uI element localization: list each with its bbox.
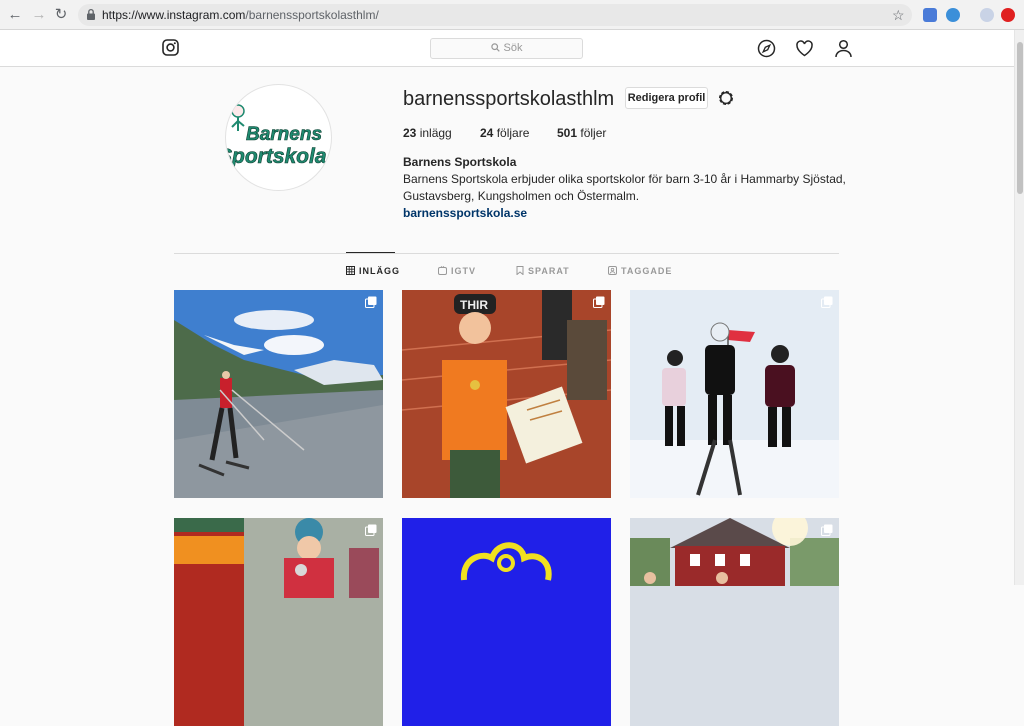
tab-tagged[interactable]: TAGGADE bbox=[608, 266, 672, 276]
posts-stat: 23 inlägg bbox=[403, 126, 452, 140]
tag-icon bbox=[608, 266, 617, 275]
adblock-extension-icon[interactable] bbox=[1001, 8, 1015, 22]
post-thumbnail[interactable] bbox=[630, 290, 839, 498]
post-image-track-children bbox=[174, 518, 383, 726]
avatar-logo: Barnens Sportskola bbox=[226, 104, 327, 168]
url-text: https://www.instagram.com/barnenssportsk… bbox=[102, 8, 379, 22]
carousel-icon bbox=[821, 524, 833, 536]
followers-stat[interactable]: 24 följare bbox=[480, 126, 529, 140]
ig-header: Sök bbox=[0, 30, 1014, 67]
tab-posts[interactable]: INLÄGG bbox=[346, 266, 400, 276]
tab-igtv[interactable]: IGTV bbox=[438, 265, 476, 276]
instagram-icon[interactable] bbox=[162, 39, 179, 56]
address-bar[interactable]: https://www.instagram.com/barnenssportsk… bbox=[78, 4, 912, 26]
post-thumbnail[interactable] bbox=[402, 518, 611, 726]
back-arrow-icon[interactable]: ← bbox=[6, 6, 24, 24]
post-thumbnail[interactable] bbox=[174, 518, 383, 726]
following-stat[interactable]: 501 följer bbox=[557, 126, 606, 140]
tab-saved[interactable]: SPARAT bbox=[516, 266, 570, 276]
scroll-thumb[interactable] bbox=[1017, 42, 1023, 194]
compass-icon[interactable] bbox=[757, 39, 776, 58]
reload-icon[interactable]: ↻ bbox=[52, 6, 70, 24]
camera-extension-icon[interactable] bbox=[923, 8, 937, 22]
post-image-ski-snow bbox=[630, 290, 839, 498]
post-thumbnail[interactable]: THIR bbox=[402, 290, 611, 498]
post-image-red-house bbox=[630, 518, 839, 726]
extension-icon[interactable] bbox=[946, 8, 960, 22]
profile-website-link[interactable]: barnenssportskola.se bbox=[403, 206, 527, 220]
carousel-icon bbox=[593, 296, 605, 308]
settings-gear-icon[interactable] bbox=[716, 88, 736, 108]
profile-icon[interactable] bbox=[834, 39, 853, 58]
carousel-icon bbox=[365, 524, 377, 536]
post-image-child-medal: THIR bbox=[402, 290, 611, 498]
active-tab-indicator bbox=[346, 252, 395, 253]
profile-bio: Barnens Sportskola erbjuder olika sports… bbox=[403, 172, 846, 203]
svg-text:Sportskola: Sportskola bbox=[226, 145, 327, 168]
carousel-icon bbox=[365, 296, 377, 308]
browser-toolbar: ← → ↻ https://www.instagram.com/barnenss… bbox=[0, 0, 1024, 30]
page-scrollbar[interactable] bbox=[1014, 30, 1024, 585]
search-icon bbox=[490, 43, 500, 52]
profile-username: barnenssportskolasthlm bbox=[403, 88, 615, 110]
edit-profile-button[interactable]: Redigera profil bbox=[625, 87, 708, 109]
lock-icon bbox=[87, 8, 95, 20]
post-image-blue-logo bbox=[402, 518, 611, 726]
profile-full-name: Barnens Sportskola bbox=[403, 155, 517, 169]
post-thumbnail[interactable] bbox=[174, 290, 383, 498]
bookmark-icon bbox=[516, 266, 524, 276]
search-placeholder: Sök bbox=[431, 42, 582, 54]
post-image-skiroller bbox=[174, 290, 383, 498]
carousel-icon bbox=[821, 296, 833, 308]
grid-icon bbox=[346, 266, 355, 275]
svg-text:Barnens: Barnens bbox=[246, 124, 322, 145]
igtv-icon bbox=[438, 265, 447, 275]
post-thumbnail[interactable] bbox=[630, 518, 839, 726]
profile-avatar[interactable]: Barnens Sportskola bbox=[225, 84, 332, 191]
svg-text:THIR: THIR bbox=[460, 298, 488, 312]
profile-extension-icon[interactable] bbox=[980, 8, 994, 22]
search-box[interactable]: Sök bbox=[430, 38, 583, 59]
heart-icon[interactable] bbox=[795, 39, 814, 58]
bookmark-star-icon[interactable]: ☆ bbox=[892, 6, 905, 24]
tabs-divider bbox=[174, 253, 839, 254]
forward-arrow-icon[interactable]: → bbox=[30, 6, 48, 24]
